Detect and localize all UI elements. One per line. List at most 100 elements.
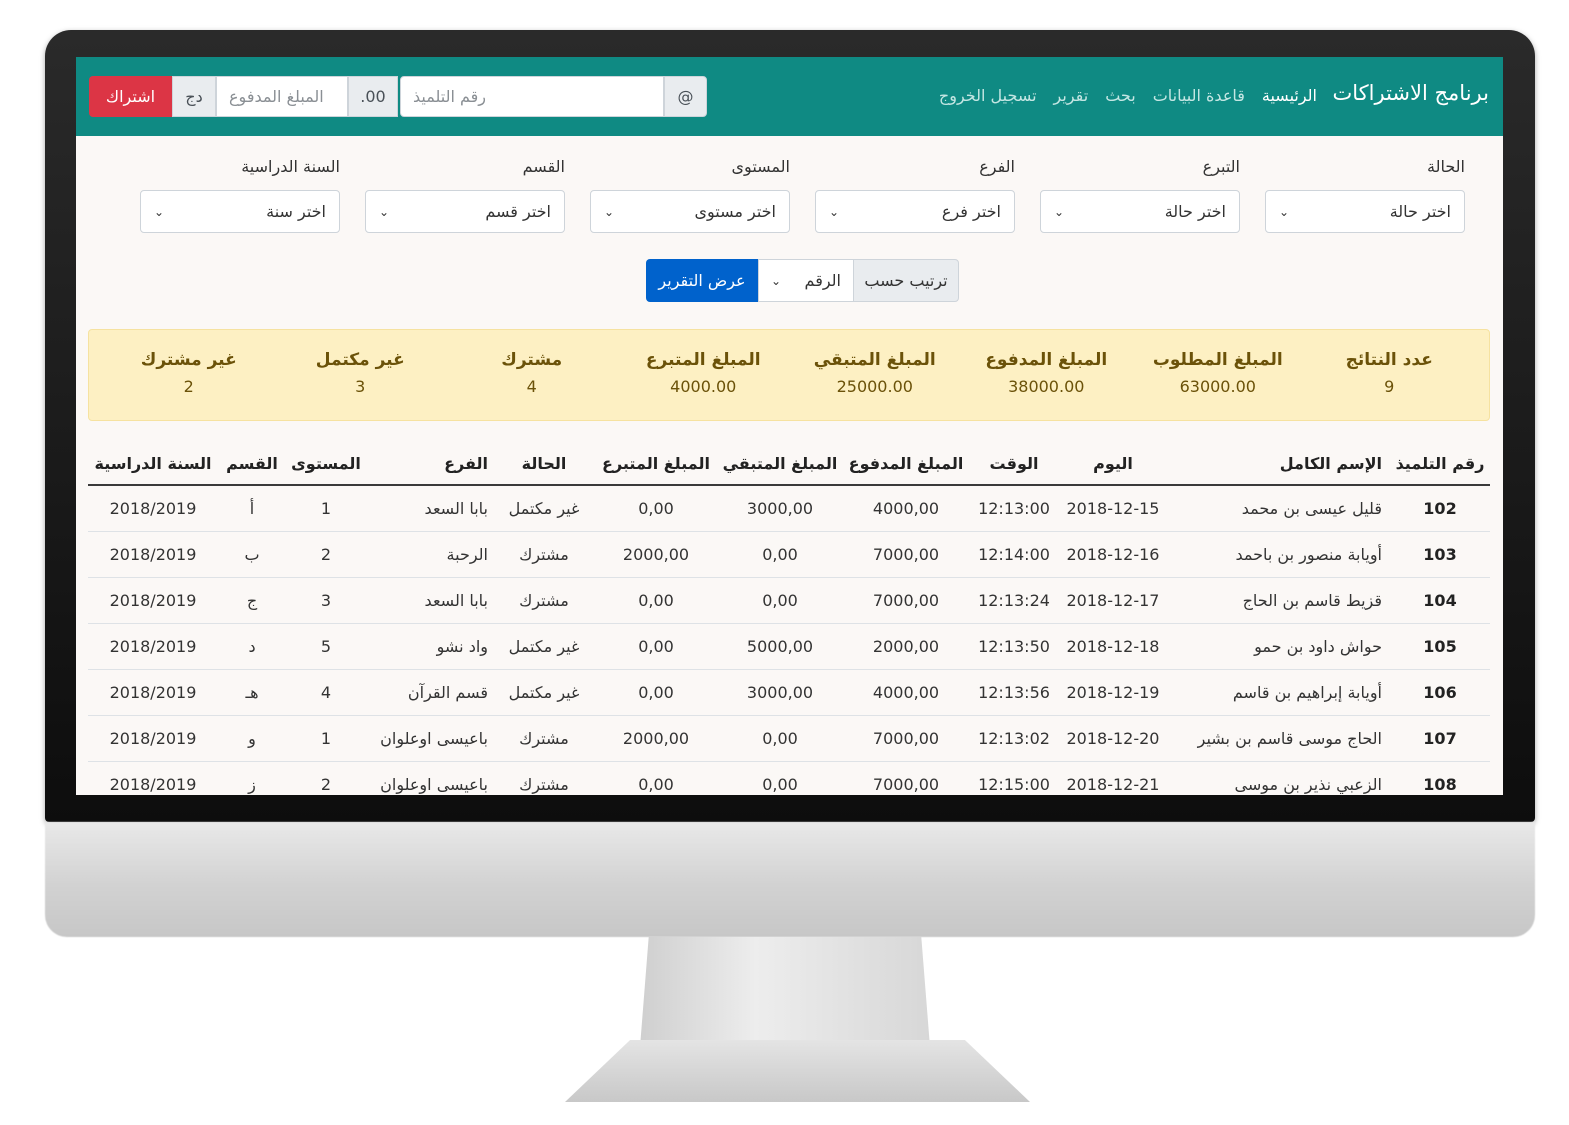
report-bar: ترتيب حسب الرقم ⌄ عرض التقرير xyxy=(646,259,959,302)
show-report-button[interactable]: عرض التقرير xyxy=(646,259,758,302)
cell-level: 2 xyxy=(286,761,366,795)
cell-level: 5 xyxy=(286,623,366,670)
cell-remaining: 0,00 xyxy=(718,761,842,795)
cell-paid: 7000,00 xyxy=(842,577,970,624)
filter-year-label: السنة الدراسية xyxy=(241,157,340,176)
cell-donated: 0,00 xyxy=(594,485,718,532)
cell-paid: 4000,00 xyxy=(842,669,970,716)
cell-status: غير مكتمل xyxy=(494,485,594,532)
filter-year: السنة الدراسية اختر سنة ⌄ xyxy=(140,157,340,233)
summary-incomplete: غير مكتمل 3 xyxy=(275,330,447,420)
chevron-down-icon: ⌄ xyxy=(1054,204,1065,219)
cents-addon: .00 xyxy=(348,76,398,117)
cell-status: مشترك xyxy=(494,531,594,578)
filter-donation-select[interactable]: اختر حالة ⌄ xyxy=(1040,190,1240,233)
table-header-row: رقم التلميذ الإسم الكامل اليوم الوقت الم… xyxy=(88,443,1490,486)
summary-title: المبلغ المتبقي xyxy=(813,350,936,370)
student-number-input[interactable]: رقم التلميذ xyxy=(400,76,664,117)
sort-by-select[interactable]: الرقم ⌄ xyxy=(758,259,853,302)
cell-time: 12:13:56 xyxy=(970,669,1058,716)
column-header[interactable]: الحالة xyxy=(494,443,594,486)
nav-link-search[interactable]: بحث xyxy=(1105,86,1136,105)
nav-link-database[interactable]: قاعدة البيانات xyxy=(1153,86,1245,105)
cell-status: مشترك xyxy=(494,715,594,762)
column-header[interactable]: رقم التلميذ xyxy=(1390,443,1490,486)
cell-school-year: 2018/2019 xyxy=(88,577,218,624)
column-header[interactable]: المبلغ المدفوع xyxy=(842,443,970,486)
cell-full-name: قزيط قاسم بن الحاج xyxy=(1168,577,1390,624)
filter-class: القسم اختر قسم ⌄ xyxy=(365,157,565,233)
column-header[interactable]: الوقت xyxy=(970,443,1058,486)
column-header[interactable]: اليوم xyxy=(1058,443,1168,486)
cell-class: ز xyxy=(218,761,286,795)
app-brand[interactable]: برنامج الاشتراكات xyxy=(1333,81,1490,105)
cell-student-id: 106 xyxy=(1390,669,1490,716)
table-row[interactable]: 103 أويابة منصور بن باحمد 2018-12-16 12:… xyxy=(88,531,1490,578)
summary-title: المبلغ المدفوع xyxy=(985,350,1108,370)
table-row[interactable]: 102 قليل عيسى بن محمد 2018-12-15 12:13:0… xyxy=(88,485,1490,532)
filter-level: المستوى اختر مستوى ⌄ xyxy=(590,157,790,233)
column-header[interactable]: الفرع xyxy=(366,443,494,486)
cell-time: 12:13:00 xyxy=(970,485,1058,532)
cell-student-id: 103 xyxy=(1390,531,1490,578)
cell-donated: 0,00 xyxy=(594,669,718,716)
cell-date: 2018-12-20 xyxy=(1058,715,1168,762)
cell-level: 1 xyxy=(286,715,366,762)
cell-branch: الرحبة xyxy=(366,531,494,578)
summary-title: المبلغ المتبرع xyxy=(645,350,761,370)
filter-branch-label: الفرع xyxy=(979,157,1015,176)
column-header[interactable]: السنة الدراسية xyxy=(88,443,218,486)
filter-class-select[interactable]: اختر قسم ⌄ xyxy=(365,190,565,233)
column-header[interactable]: المبلغ المتبقي xyxy=(718,443,842,486)
nav-link-report[interactable]: تقرير xyxy=(1054,86,1089,105)
cell-full-name: حواش داود بن حمو xyxy=(1168,623,1390,670)
column-header[interactable]: المستوى xyxy=(286,443,366,486)
cell-school-year: 2018/2019 xyxy=(88,623,218,670)
cell-full-name: أويابة إبراهيم بن قاسم xyxy=(1168,669,1390,716)
sort-by-value: الرقم xyxy=(804,271,841,290)
table-row[interactable]: 107 الحاج موسى قاسم بن بشير 2018-12-20 1… xyxy=(88,715,1490,762)
cell-school-year: 2018/2019 xyxy=(88,761,218,795)
cell-donated: 0,00 xyxy=(594,623,718,670)
nav-link-logout[interactable]: تسجيل الخروج xyxy=(939,86,1037,105)
nav-link-home[interactable]: الرئيسية xyxy=(1262,86,1317,105)
amount-paid-input[interactable]: المبلغ المدفوع xyxy=(216,76,348,117)
table-row[interactable]: 105 حواش داود بن حمو 2018-12-18 12:13:50… xyxy=(88,623,1490,670)
summary-amount-required: المبلغ المطلوب 63000.00 xyxy=(1132,330,1304,420)
column-header[interactable]: الإسم الكامل xyxy=(1168,443,1390,486)
summary-subscribed: مشترك 4 xyxy=(446,330,618,420)
filter-level-select[interactable]: اختر مستوى ⌄ xyxy=(590,190,790,233)
filter-branch-value: اختر فرع xyxy=(941,202,1001,221)
cell-remaining: 0,00 xyxy=(718,715,842,762)
filter-donation-value: اختر حالة xyxy=(1164,202,1226,221)
summary-value: 9 xyxy=(1384,377,1395,396)
table-row[interactable]: 108 الزعبي نذير بن موسى 2018-12-21 12:15… xyxy=(88,761,1490,795)
cell-full-name: أويابة منصور بن باحمد xyxy=(1168,531,1390,578)
table-row[interactable]: 104 قزيط قاسم بن الحاج 2018-12-17 12:13:… xyxy=(88,577,1490,624)
column-header[interactable]: القسم xyxy=(218,443,286,486)
subscribe-button[interactable]: اشتراك xyxy=(89,76,172,117)
column-header[interactable]: المبلغ المتبرع xyxy=(594,443,718,486)
cell-student-id: 105 xyxy=(1390,623,1490,670)
table-row[interactable]: 106 أويابة إبراهيم بن قاسم 2018-12-19 12… xyxy=(88,669,1490,716)
filter-donation-label: التبرع xyxy=(1202,157,1240,176)
filter-status-select[interactable]: اختر حالة ⌄ xyxy=(1265,190,1465,233)
filter-level-label: المستوى xyxy=(731,157,790,176)
cell-school-year: 2018/2019 xyxy=(88,715,218,762)
cell-student-id: 102 xyxy=(1390,485,1490,532)
filter-branch-select[interactable]: اختر فرع ⌄ xyxy=(815,190,1015,233)
cell-level: 2 xyxy=(286,531,366,578)
cell-status: مشترك xyxy=(494,577,594,624)
cell-full-name: قليل عيسى بن محمد xyxy=(1168,485,1390,532)
cell-remaining: 5000,00 xyxy=(718,623,842,670)
cell-class: أ xyxy=(218,485,286,532)
cell-paid: 2000,00 xyxy=(842,623,970,670)
summary-panel: عدد النتائج 9 المبلغ المطلوب 63000.00 ال… xyxy=(88,329,1490,421)
summary-value: 38000.00 xyxy=(1008,377,1085,396)
cell-branch: باعيسى اوعلوان xyxy=(366,715,494,762)
cell-level: 1 xyxy=(286,485,366,532)
summary-value: 4000.00 xyxy=(670,377,737,396)
filter-year-select[interactable]: اختر سنة ⌄ xyxy=(140,190,340,233)
cell-full-name: الحاج موسى قاسم بن بشير xyxy=(1168,715,1390,762)
cell-level: 3 xyxy=(286,577,366,624)
